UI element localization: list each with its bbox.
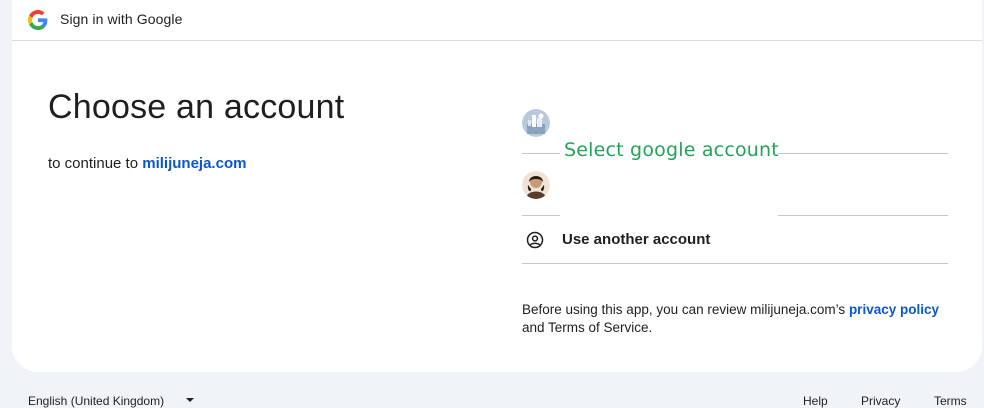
use-another-account-label: Use another account	[562, 231, 711, 248]
use-another-account-button[interactable]: Use another account	[522, 224, 948, 256]
policy-prefix: Before using this app, you can review mi…	[522, 302, 846, 317]
account-avatar-2[interactable]	[522, 171, 550, 199]
account-divider	[778, 215, 948, 216]
privacy-policy-link[interactable]: privacy policy	[849, 302, 939, 317]
google-logo-icon	[28, 10, 48, 30]
domain-link[interactable]: milijuneja.com	[142, 155, 246, 172]
top-bar: Sign in with Google	[12, 0, 982, 41]
account-divider	[522, 153, 560, 154]
account-avatar-photo-icon	[522, 109, 550, 137]
subtitle: to continue to milijuneja.com	[48, 155, 246, 172]
topbar-title: Sign in with Google	[60, 11, 183, 27]
account-avatar-1[interactable]	[522, 109, 550, 137]
account-circle-icon	[526, 231, 544, 249]
subtitle-prefix: to continue to	[48, 155, 139, 172]
account-divider	[778, 153, 948, 154]
account-avatar-photo-icon	[522, 171, 550, 199]
footer: English (United Kingdom) Help Privacy Te…	[0, 372, 984, 408]
account-divider	[522, 215, 560, 216]
annotation-select-account: Select google account	[564, 139, 779, 161]
policy-text: Before using this app, you can review mi…	[522, 301, 942, 337]
chevron-down-icon[interactable]	[186, 398, 194, 402]
policy-middle: and Terms of Service.	[522, 320, 653, 335]
sign-in-card: Sign in with Google Choose an account to…	[12, 0, 982, 372]
page-title: Choose an account	[48, 88, 345, 126]
account-divider	[522, 263, 948, 264]
